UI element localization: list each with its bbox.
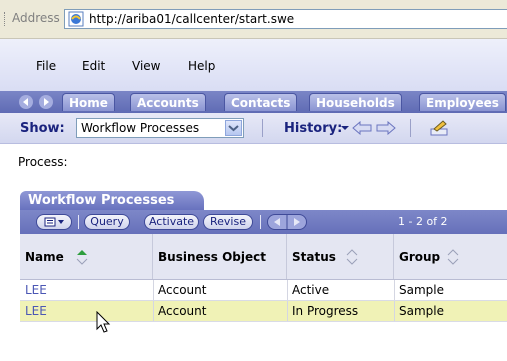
tab-contacts[interactable]: Contacts — [224, 93, 298, 111]
address-url: http://ariba01/callcenter/start.swe — [89, 12, 295, 26]
group-cell: Sample — [399, 304, 444, 318]
bar-divider — [78, 215, 79, 229]
menu-list-icon — [44, 217, 64, 227]
applet-menu-button[interactable] — [36, 214, 72, 230]
column-divider — [153, 280, 154, 300]
menu-edit[interactable]: Edit — [82, 59, 105, 73]
column-divider — [287, 301, 288, 321]
column-divider — [153, 301, 154, 321]
tab-households[interactable]: Households — [309, 93, 402, 111]
tab-home[interactable]: Home — [62, 93, 115, 111]
column-header-business-object[interactable]: Business Object — [153, 234, 287, 279]
address-bar: Address http://ariba01/callcenter/start.… — [0, 0, 507, 39]
record-nav — [267, 214, 307, 230]
column-header-status[interactable]: Status — [287, 234, 394, 279]
mouse-cursor-icon — [96, 311, 111, 333]
sort-ascending-icon[interactable] — [75, 248, 89, 266]
business-object-cell: Account — [158, 304, 207, 318]
tab-accounts[interactable]: Accounts — [130, 93, 206, 111]
column-header-label: Business Object — [158, 250, 266, 264]
tab-scroll-left-icon[interactable] — [18, 94, 34, 110]
column-header-group[interactable]: Group — [394, 234, 507, 279]
screen-tab-bar: Home Accounts Contacts Households Employ… — [0, 91, 507, 113]
forward-arrow-icon[interactable] — [376, 121, 396, 135]
revise-button[interactable]: Revise — [203, 214, 253, 230]
tab-scroll-right-icon[interactable] — [38, 94, 54, 110]
process-label: Process: — [18, 155, 68, 169]
show-dropdown[interactable]: Workflow Processes — [76, 118, 244, 138]
column-header-label: Group — [399, 250, 441, 264]
edit-pencil-icon[interactable] — [428, 119, 450, 137]
menu-bar: File Edit View Help — [0, 39, 507, 91]
name-link[interactable]: LEE — [25, 304, 47, 318]
column-header-name[interactable]: Name — [20, 234, 153, 279]
show-label: Show: — [20, 121, 65, 136]
column-divider — [287, 280, 288, 300]
applet-toolbar: Query Activate Revise 1 - 2 of 2 — [20, 210, 507, 234]
address-input[interactable]: http://ariba01/callcenter/start.swe — [64, 9, 507, 29]
table-row-selected[interactable]: LEE Account In Progress Sample — [20, 301, 507, 322]
chevron-down-icon — [228, 125, 239, 132]
ie-page-icon — [68, 11, 84, 27]
back-arrow-icon[interactable] — [352, 121, 372, 135]
record-count: 1 - 2 of 2 — [398, 215, 448, 228]
history-label[interactable]: History: — [284, 121, 342, 136]
status-cell: Active — [292, 283, 330, 297]
address-label: Address — [12, 11, 60, 25]
activate-button[interactable]: Activate — [144, 214, 199, 230]
table-row[interactable]: LEE Account Active Sample — [20, 280, 507, 301]
business-object-cell: Account — [158, 283, 207, 297]
column-header-label: Name — [25, 250, 64, 264]
query-button[interactable]: Query — [84, 214, 130, 230]
bar-divider — [260, 215, 261, 229]
show-dropdown-value: Workflow Processes — [81, 121, 200, 135]
history-dropdown-icon[interactable] — [340, 123, 350, 133]
sort-icon[interactable] — [446, 248, 460, 266]
toolbar-grip[interactable] — [4, 12, 7, 26]
tab-employees[interactable]: Employees — [419, 93, 506, 111]
column-divider — [394, 301, 395, 321]
menu-file[interactable]: File — [36, 59, 56, 73]
menu-help[interactable]: Help — [188, 59, 215, 73]
column-header-label: Status — [292, 250, 336, 264]
status-cell: In Progress — [292, 304, 359, 318]
menu-view[interactable]: View — [132, 59, 160, 73]
toolbar-divider — [262, 119, 263, 137]
view-toolbar: Show: Workflow Processes History: — [0, 113, 507, 144]
list-header: Name Business Object Status Group — [20, 234, 507, 280]
sort-icon[interactable] — [345, 248, 359, 266]
name-link[interactable]: LEE — [25, 283, 47, 297]
dropdown-button[interactable] — [225, 120, 242, 136]
group-cell: Sample — [399, 283, 444, 297]
toolbar-divider — [410, 119, 411, 137]
applet-title: Workflow Processes — [20, 191, 204, 210]
siebel-app: File Edit View Help Home Accounts Contac… — [0, 39, 507, 361]
column-divider — [394, 280, 395, 300]
